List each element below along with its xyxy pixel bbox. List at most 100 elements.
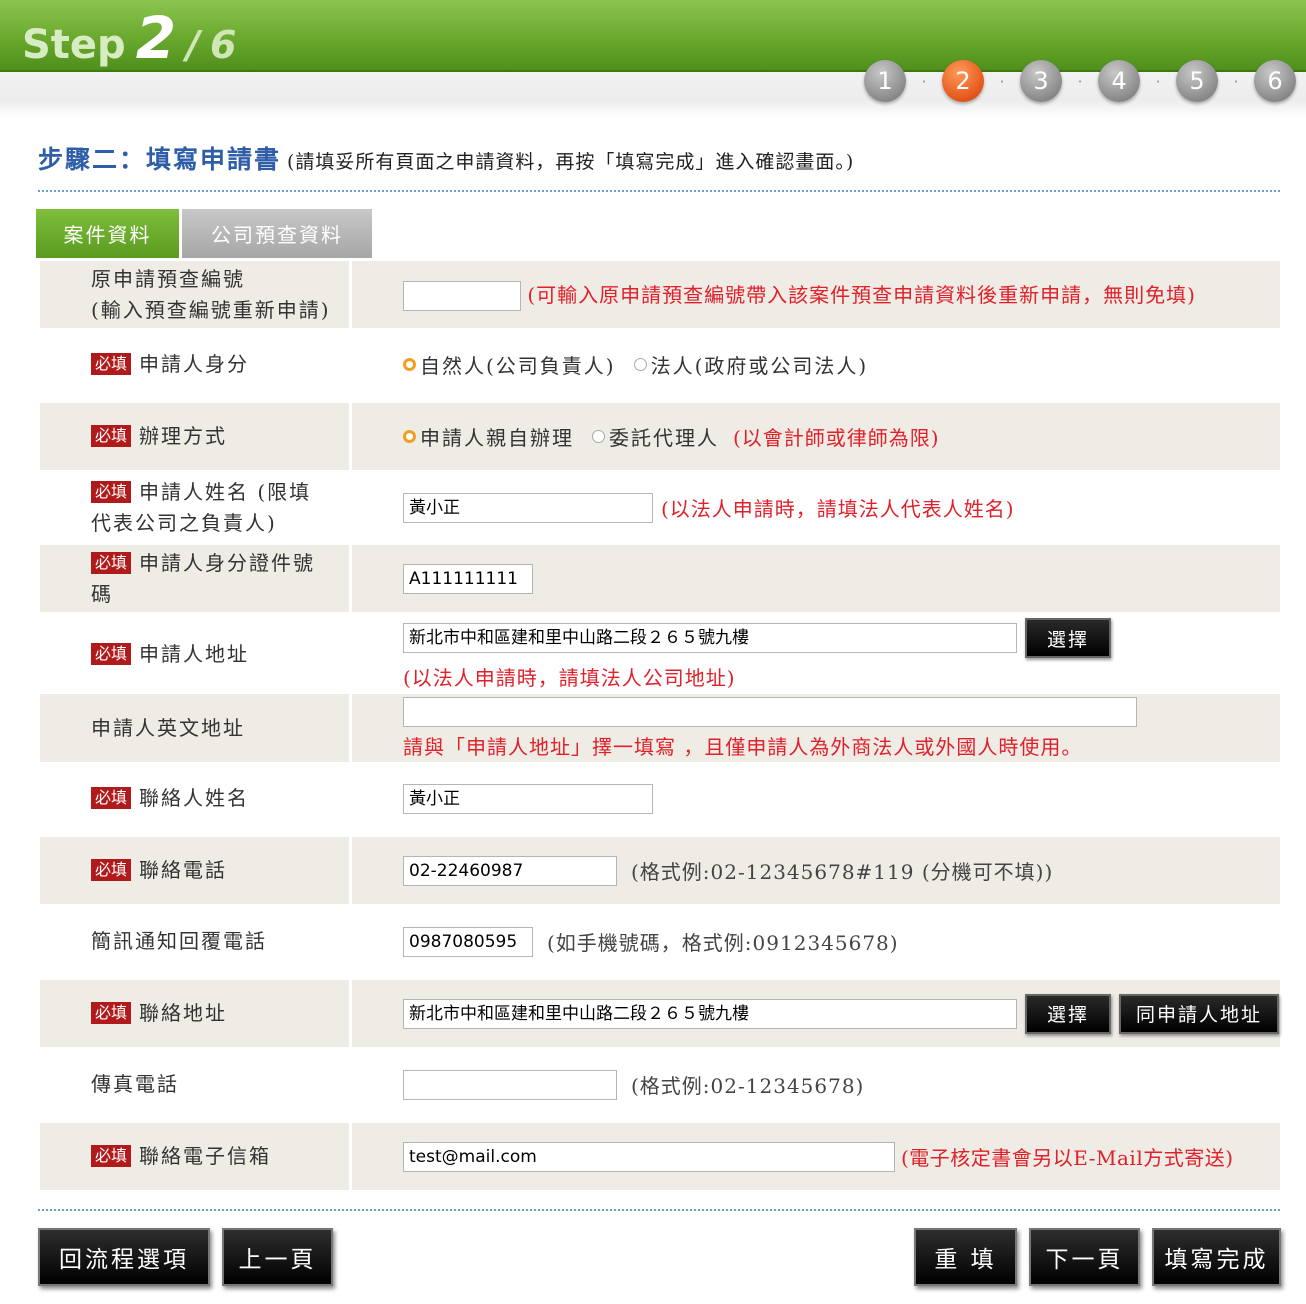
fax-hint: (格式例:02-12345678) [631, 1074, 865, 1098]
applicant-en-address-input[interactable] [403, 696, 1137, 727]
sms-phone-input[interactable]: 0987080595 [403, 926, 533, 957]
email-input[interactable]: test@mail.com [403, 1141, 895, 1172]
handling-method-hint: (以會計師或律師為限) [733, 426, 940, 450]
contact-phone-label: 聯絡電話 [139, 858, 228, 882]
required-badge: 必填 [91, 551, 132, 574]
field-value: 請與「申請人地址」擇一填寫 ，且僅申請人為外商法人或外國人時使用。 [352, 694, 1280, 762]
previous-page-button[interactable]: 上一頁 [222, 1228, 333, 1286]
divider [38, 1209, 1280, 1211]
field-value: 自然人(公司負責人) 法人(政府或公司法人) [352, 331, 1280, 398]
form-row-contact-address: 必填 聯絡地址 新北市中和區建和里中山路二段２６５號九樓 選擇 同申請人地址 [40, 980, 1280, 1047]
step-indicator: Step 2 / 6 [22, 4, 236, 72]
required-badge: 必填 [91, 1145, 132, 1167]
applicant-en-address-label: 申請人英文地址 [91, 715, 245, 740]
applicant-id-input[interactable]: A111111111 [403, 563, 533, 594]
applicant-address-input[interactable]: 新北市中和區建和里中山路二段２６５號九樓 [403, 623, 1017, 653]
radio-natural-person[interactable]: 自然人(公司負責人) [403, 350, 616, 379]
radio-unchecked-icon[interactable] [633, 358, 647, 371]
field-value: 0987080595 (如手機號碼，格式例:0912345678) [352, 908, 1280, 975]
original-no-label: 原申請預查編號 [91, 266, 245, 291]
contact-name-input[interactable]: 黃小正 [403, 783, 653, 814]
applicant-id-label: 申請人身分證件號 [139, 550, 316, 575]
field-label: 申請人英文地址 [40, 694, 349, 762]
required-badge: 必填 [91, 859, 132, 881]
contact-phone-hint: (格式例:02-12345678#119 (分機可不填)) [631, 860, 1054, 884]
field-value: 新北市中和區建和里中山路二段２６５號九樓 選擇 (以法人申請時，請填法人公司地址… [352, 616, 1280, 693]
finish-button[interactable]: 填寫完成 [1152, 1228, 1281, 1286]
field-label: 必填 辦理方式 [40, 403, 349, 470]
sms-phone-hint: (如手機號碼，格式例:0912345678) [547, 931, 899, 955]
step-current: 2 [135, 4, 177, 72]
applicant-name-label: 申請人姓名 (限填 [139, 479, 312, 504]
email-hint: (電子核定書會另以E-Mail方式寄送) [901, 1146, 1234, 1170]
radio-checked-icon[interactable] [403, 358, 416, 371]
applicant-address-select-button[interactable]: 選擇 [1025, 618, 1111, 658]
applicant-name-input[interactable]: 黃小正 [403, 492, 653, 523]
radio-label: 法人(政府或公司法人) [650, 354, 869, 378]
original-no-hint: (可輸入原申請預查編號帶入該案件預查申請資料後重新申請，無則免填) [527, 282, 1196, 307]
form-row-applicant-name: 必填 申請人姓名 (限填 代表公司之負責人) 黃小正 (以法人申請時，請填法人代表… [40, 474, 1280, 541]
step-dot-separator: · [999, 71, 1005, 91]
radio-self-handle[interactable]: 申請人親自辦理 [403, 422, 574, 451]
next-page-button[interactable]: 下一頁 [1029, 1228, 1140, 1286]
applicant-en-address-hint: 請與「申請人地址」擇一填寫 ，且僅申請人為外商法人或外國人時使用。 [403, 734, 1083, 759]
field-label: 必填 聯絡人姓名 [40, 765, 349, 832]
applicant-address-label: 申請人地址 [139, 642, 250, 666]
handling-method-label: 辦理方式 [139, 424, 228, 448]
field-value: 黃小正 [352, 765, 1280, 832]
back-to-flow-button[interactable]: 回流程選項 [38, 1228, 210, 1286]
form-row-sms-phone: 簡訊通知回覆電話 0987080595 (如手機號碼，格式例:091234567… [40, 908, 1280, 975]
radio-unchecked-icon[interactable] [592, 430, 605, 443]
field-value: (格式例:02-12345678) [352, 1051, 1280, 1118]
radio-checked-icon[interactable] [403, 430, 416, 443]
field-value: A111111111 [352, 545, 1280, 612]
radio-legal-person[interactable]: 法人(政府或公司法人) [633, 350, 869, 379]
wizard-header: Step 2 / 6 1 · 2 · 3 · 4 · 5 · 6 [0, 0, 1306, 118]
contact-name-label: 聯絡人姓名 [139, 786, 250, 810]
field-label: 必填 申請人身分證件號 碼 [40, 545, 349, 612]
same-as-applicant-address-button[interactable]: 同申請人地址 [1119, 993, 1279, 1034]
field-value: 申請人親自辦理 委託代理人 (以會計師或律師為限) [352, 403, 1280, 470]
original-no-input[interactable] [403, 281, 521, 312]
form-row-contact-name: 必填 聯絡人姓名 黃小正 [40, 765, 1280, 832]
step-dot-1: 1 [864, 60, 906, 102]
fax-input[interactable] [403, 1069, 617, 1100]
field-value: (可輸入原申請預查編號帶入該案件預查申請資料後重新申請，無則免填) [352, 261, 1280, 328]
contact-address-label: 聯絡地址 [139, 1001, 228, 1025]
required-badge: 必填 [91, 787, 132, 809]
radio-label: 委託代理人 [609, 426, 719, 450]
page-title: 步驟二：填寫申請書 [38, 145, 282, 174]
required-badge: 必填 [91, 353, 132, 375]
form-row-handling-method: 必填 辦理方式 申請人親自辦理 委託代理人 (以會計師或律師為限) [40, 403, 1280, 470]
field-label: 必填 申請人身分 [40, 331, 349, 398]
original-no-sublabel: (輸入預查編號重新申請) [91, 297, 331, 322]
contact-address-select-button[interactable]: 選擇 [1025, 993, 1111, 1034]
tab-case-info[interactable]: 案件資料 [36, 209, 179, 258]
applicant-name-hint: (以法人申請時，請填法人代表人姓名) [661, 497, 1015, 521]
tab-bar: 案件資料 公司預查資料 [36, 209, 372, 258]
field-label: 必填 申請人姓名 (限填 代表公司之負責人) [40, 474, 349, 541]
required-badge: 必填 [91, 425, 132, 447]
contact-phone-input[interactable]: 02-22460987 [403, 855, 617, 886]
step-word: Step [22, 22, 126, 68]
radio-agent[interactable]: 委託代理人 [592, 422, 719, 451]
step-dot-separator: · [1233, 71, 1239, 91]
required-badge: 必填 [91, 643, 132, 665]
radio-label: 自然人(公司負責人) [420, 354, 616, 378]
fax-label: 傳真電話 [91, 1072, 179, 1096]
form-row-original-no: 原申請預查編號 (輸入預查編號重新申請) (可輸入原申請預查編號帶入該案件預查申… [40, 261, 1280, 328]
radio-label: 申請人親自辦理 [420, 426, 574, 450]
contact-address-input[interactable]: 新北市中和區建和里中山路二段２６５號九樓 [403, 998, 1017, 1029]
step-dot-separator: · [921, 71, 927, 91]
field-label: 必填 聯絡電話 [40, 837, 349, 904]
step-progress: 1 · 2 · 3 · 4 · 5 · 6 [864, 58, 1296, 104]
field-value: 02-22460987 (格式例:02-12345678#119 (分機可不填)… [352, 837, 1280, 904]
field-label: 必填 聯絡地址 [40, 980, 349, 1047]
page-subtitle: (請填妥所有頁面之申請資料，再按「填寫完成」進入確認畫面。) [287, 151, 855, 173]
step-dot-6: 6 [1254, 60, 1296, 102]
field-label: 簡訊通知回覆電話 [40, 908, 349, 975]
step-dot-2: 2 [942, 60, 984, 102]
required-badge: 必填 [91, 480, 132, 503]
tab-company-precheck[interactable]: 公司預查資料 [182, 209, 372, 258]
reset-button[interactable]: 重 填 [914, 1228, 1017, 1286]
